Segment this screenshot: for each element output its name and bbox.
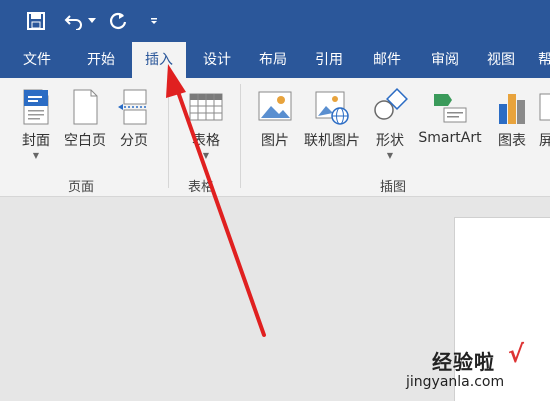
table-button[interactable]: 表格 ▼ — [186, 88, 226, 160]
pages-group-label: 页面 — [68, 180, 95, 195]
cover-page-label: 封面 — [22, 133, 50, 149]
online-pictures-label: 联机图片 — [304, 133, 360, 149]
online-picture-icon — [314, 88, 350, 126]
tab-home[interactable]: 开始 — [72, 42, 130, 78]
chart-button[interactable]: 图表 — [492, 88, 532, 150]
smartart-label: SmartArt — [418, 130, 482, 146]
chevron-down-icon: ▼ — [386, 151, 394, 160]
tab-help[interactable]: 帮 — [530, 42, 550, 78]
cover-page-button[interactable]: 封面 ▼ — [18, 88, 54, 160]
page-break-icon — [116, 88, 152, 126]
watermark-url: jingyanla.com — [406, 374, 505, 390]
tab-references[interactable]: 引用 — [302, 42, 356, 78]
tab-insert[interactable]: 插入 — [132, 42, 186, 79]
watermark-check-icon: √ — [508, 340, 525, 368]
customize-toolbar-icon — [151, 18, 157, 24]
save-button[interactable] — [24, 9, 48, 33]
pictures-button[interactable]: 图片 — [256, 88, 294, 150]
ribbon: 封面 ▼ 空白页 分页 页面 表格 ▼ 表格 图片 联机图片 形状 ▼ Smar… — [0, 78, 550, 197]
tab-view[interactable]: 视图 — [474, 42, 528, 78]
screenshot-button[interactable]: 屏 — [536, 88, 550, 150]
page-break-label: 分页 — [120, 133, 148, 149]
table-icon — [188, 88, 224, 126]
shapes-button[interactable]: 形状 ▼ — [370, 88, 410, 160]
screenshot-label: 屏 — [539, 133, 550, 149]
undo-icon — [64, 15, 82, 30]
tab-mailings[interactable]: 邮件 — [360, 42, 414, 78]
tab-layout[interactable]: 布局 — [246, 42, 300, 78]
page-break-button[interactable]: 分页 — [116, 88, 152, 150]
blank-page-button[interactable]: 空白页 — [62, 88, 108, 150]
smartart-icon — [432, 88, 468, 126]
chevron-down-icon: ▼ — [32, 151, 40, 160]
save-icon — [27, 12, 45, 30]
pictures-label: 图片 — [261, 133, 289, 149]
blank-page-label: 空白页 — [64, 133, 106, 149]
redo-button[interactable] — [106, 9, 130, 33]
smartart-button[interactable]: SmartArt — [416, 88, 484, 146]
cover-page-icon — [18, 88, 54, 126]
blank-page-icon — [67, 88, 103, 126]
customize-toolbar-button[interactable] — [146, 9, 162, 33]
tab-file[interactable]: 文件 — [8, 42, 66, 78]
redo-icon — [110, 12, 127, 29]
table-label: 表格 — [192, 133, 220, 149]
picture-icon — [257, 88, 293, 126]
ribbon-tabs: 文件 开始 插入 设计 布局 引用 邮件 审阅 视图 帮 — [0, 42, 550, 79]
screenshot-icon — [538, 88, 550, 126]
online-pictures-button[interactable]: 联机图片 — [302, 88, 362, 150]
chart-icon — [494, 88, 530, 126]
group-separator — [240, 84, 241, 188]
shapes-icon — [372, 88, 408, 126]
undo-button[interactable] — [62, 9, 86, 33]
illustrations-group-label: 插图 — [380, 180, 407, 195]
chevron-down-icon: ▼ — [202, 151, 210, 160]
title-bar — [0, 0, 550, 42]
tab-review[interactable]: 审阅 — [418, 42, 472, 78]
chart-label: 图表 — [498, 133, 526, 149]
undo-dropdown-button[interactable] — [86, 9, 98, 33]
group-separator — [168, 84, 169, 188]
tab-design[interactable]: 设计 — [190, 42, 244, 78]
chevron-down-icon — [88, 18, 96, 23]
shapes-label: 形状 — [376, 133, 404, 149]
watermark-text: 经验啦 — [432, 350, 495, 374]
tables-group-label: 表格 — [188, 180, 215, 195]
